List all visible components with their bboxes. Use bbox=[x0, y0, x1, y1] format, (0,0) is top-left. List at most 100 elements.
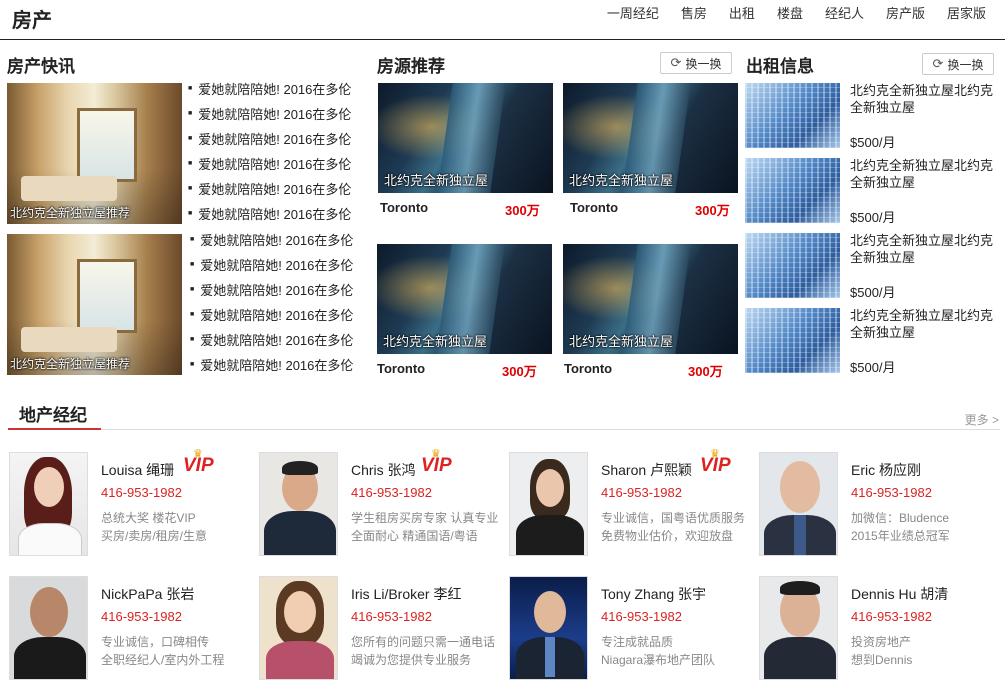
agent-desc-line-2: 2015年业绩总冠军 bbox=[851, 529, 950, 543]
agent-phone: 416-953-1982 bbox=[601, 609, 682, 624]
news-item[interactable]: 爱她就陪陪她! 2016在多伦 bbox=[190, 228, 375, 253]
agent-desc-line-1: 专注成就品质 bbox=[601, 635, 674, 649]
rental-title: 出租信息 bbox=[746, 57, 814, 76]
agent-photo[interactable] bbox=[759, 576, 838, 680]
news-item[interactable]: 爱她就陪陪她! 2016在多伦 bbox=[188, 77, 373, 102]
news-title: 房产快讯 bbox=[7, 57, 75, 76]
property-caption: 北约克全新独立屋 bbox=[383, 334, 488, 349]
news-image-caption: 北约克全新独立屋推荐 bbox=[10, 206, 131, 220]
agent-name[interactable]: Tony Zhang 张宇 bbox=[601, 584, 706, 604]
nav-home-edition[interactable]: 居家版 bbox=[936, 6, 997, 22]
property-caption: 北约克全新独立屋 bbox=[569, 334, 674, 349]
agent-name[interactable]: Louisa 绳珊 bbox=[101, 460, 174, 480]
agent-desc-line-1: 投资房地产 bbox=[851, 635, 912, 649]
news-item[interactable]: 爱她就陪陪她! 2016在多伦 bbox=[190, 353, 375, 378]
agent-phone: 416-953-1982 bbox=[101, 485, 182, 500]
agent-desc-line-2: 全面耐心 精通国语/粤语 bbox=[351, 529, 478, 543]
agent-photo[interactable] bbox=[259, 452, 338, 556]
news-item[interactable]: 爱她就陪陪她! 2016在多伦 bbox=[188, 152, 373, 177]
property-image[interactable]: 北约克全新独立屋 bbox=[378, 83, 553, 193]
agent-card[interactable]: NickPaPa 张岩 416-953-1982 专业诚信，口碑相传 全职经纪人… bbox=[9, 576, 254, 680]
news-item[interactable]: 爱她就陪陪她! 2016在多伦 bbox=[188, 177, 373, 202]
agent-phone: 416-953-1982 bbox=[851, 609, 932, 624]
rental-image[interactable] bbox=[745, 158, 840, 223]
agent-photo[interactable] bbox=[509, 452, 588, 556]
news-item[interactable]: 爱她就陪陪她! 2016在多伦 bbox=[190, 303, 375, 328]
recommend-title: 房源推荐 bbox=[377, 57, 445, 76]
top-nav: 一周经纪 售房 出租 楼盘 经纪人 房产版 居家版 bbox=[596, 6, 997, 22]
swap-label: 换一换 bbox=[947, 57, 984, 72]
rental-image[interactable] bbox=[745, 308, 840, 373]
agent-card[interactable]: Eric 杨应刚 416-953-1982 加微信：Bludence 2015年… bbox=[759, 452, 1004, 556]
news-list-1: 爱她就陪陪她! 2016在多伦 爱她就陪陪她! 2016在多伦 爱她就陪陪她! … bbox=[188, 77, 373, 227]
agents-title: 地产经纪 bbox=[19, 406, 87, 425]
property-image[interactable]: 北约克全新独立屋 bbox=[563, 83, 738, 193]
agent-desc-line-2: 免费物业估价，欢迎放盘 bbox=[601, 529, 734, 543]
agent-photo[interactable] bbox=[759, 452, 838, 556]
property-image[interactable]: 北约克全新独立屋 bbox=[563, 244, 738, 354]
top-header: 房产 一周经纪 售房 出租 楼盘 经纪人 房产版 居家版 bbox=[0, 0, 1005, 40]
agent-phone: 416-953-1982 bbox=[601, 485, 682, 500]
news-item[interactable]: 爱她就陪陪她! 2016在多伦 bbox=[190, 278, 375, 303]
rental-image[interactable] bbox=[745, 83, 840, 148]
vip-badge: ♛ VIP bbox=[700, 448, 731, 476]
property-image[interactable]: 北约克全新独立屋 bbox=[377, 244, 552, 354]
nav-real-estate-edition[interactable]: 房产版 bbox=[875, 6, 936, 22]
agent-photo[interactable] bbox=[9, 576, 88, 680]
rental-item-price: $500/月 bbox=[850, 210, 896, 225]
rental-image[interactable] bbox=[745, 233, 840, 298]
agent-phone: 416-953-1982 bbox=[851, 485, 932, 500]
agent-photo[interactable] bbox=[9, 452, 88, 556]
crown-icon: ♛ bbox=[431, 448, 441, 460]
news-item[interactable]: 爱她就陪陪她! 2016在多伦 bbox=[190, 253, 375, 278]
agent-photo[interactable] bbox=[259, 576, 338, 680]
agent-name[interactable]: Dennis Hu 胡清 bbox=[851, 584, 948, 604]
vip-badge: ♛ VIP bbox=[421, 448, 452, 476]
agent-card[interactable]: Dennis Hu 胡清 416-953-1982 投资房地产 想到Dennis bbox=[759, 576, 1004, 680]
agent-card[interactable]: Chris 张鸿 ♛ VIP 416-953-1982 学生租房买房专家 认真专业… bbox=[259, 448, 504, 556]
agent-card[interactable]: Sharon 卢熙颖 ♛ VIP 416-953-1982 专业诚信，国粤语优质服… bbox=[509, 448, 754, 556]
agent-name[interactable]: Sharon 卢熙颖 bbox=[601, 460, 692, 480]
property-price: 300万 bbox=[502, 364, 537, 379]
agent-card[interactable]: Iris Li/Broker 李红 416-953-1982 您所有的问题只需一… bbox=[259, 576, 504, 680]
agent-name[interactable]: Iris Li/Broker 李红 bbox=[351, 584, 461, 604]
agent-card[interactable]: Tony Zhang 张宇 416-953-1982 专注成就品质 Niagar… bbox=[509, 576, 754, 680]
agent-desc-line-1: 总统大奖 楼花VIP bbox=[101, 511, 196, 525]
agent-phone: 416-953-1982 bbox=[101, 609, 182, 624]
agent-name[interactable]: NickPaPa 张岩 bbox=[101, 584, 194, 604]
recommend-swap-button[interactable]: ⟳ 换一换 bbox=[660, 52, 732, 74]
property-city: Toronto bbox=[377, 361, 426, 376]
nav-agents[interactable]: 经纪人 bbox=[814, 6, 875, 22]
agent-desc-line-1: 专业诚信，口碑相传 bbox=[101, 635, 210, 649]
news-item[interactable]: 爱她就陪陪她! 2016在多伦 bbox=[188, 102, 373, 127]
rental-item-price: $500/月 bbox=[850, 360, 896, 375]
news-image-1[interactable]: 北约克全新独立屋推荐 bbox=[7, 83, 182, 224]
news-item[interactable]: 爱她就陪陪她! 2016在多伦 bbox=[188, 127, 373, 152]
rental-item-title[interactable]: 北约克全新独立屋北约克全新独立屋 bbox=[850, 157, 1000, 191]
agent-desc-line-2: Niagara瀑布地产团队 bbox=[601, 653, 716, 667]
property-price: 300万 bbox=[505, 203, 540, 218]
news-item[interactable]: 爱她就陪陪她! 2016在多伦 bbox=[188, 202, 373, 227]
rental-item-title[interactable]: 北约克全新独立屋北约克全新独立屋 bbox=[850, 307, 1000, 341]
news-image-caption: 北约克全新独立屋推荐 bbox=[10, 357, 131, 371]
title-underline bbox=[8, 428, 101, 430]
nav-developments[interactable]: 楼盘 bbox=[766, 6, 814, 22]
rental-item-title[interactable]: 北约克全新独立屋北约克全新独立屋 bbox=[850, 232, 1000, 266]
crown-icon: ♛ bbox=[710, 448, 720, 460]
rental-swap-button[interactable]: ⟳ 换一换 bbox=[922, 53, 994, 75]
more-link[interactable]: 更多 > bbox=[965, 411, 999, 428]
agent-card[interactable]: Louisa 绳珊 ♛ VIP 416-953-1982 总统大奖 楼花VIP 买… bbox=[9, 448, 254, 556]
agent-name[interactable]: Eric 杨应刚 bbox=[851, 460, 921, 480]
nav-for-sale[interactable]: 售房 bbox=[670, 6, 718, 22]
rental-item-title[interactable]: 北约克全新独立屋北约克全新独立屋 bbox=[850, 82, 1000, 116]
news-item[interactable]: 爱她就陪陪她! 2016在多伦 bbox=[190, 328, 375, 353]
nav-for-rent[interactable]: 出租 bbox=[718, 6, 766, 22]
property-city: Toronto bbox=[380, 200, 429, 215]
agent-photo[interactable] bbox=[509, 576, 588, 680]
news-image-2[interactable]: 北约克全新独立屋推荐 bbox=[7, 234, 182, 375]
agent-name[interactable]: Chris 张鸿 bbox=[351, 460, 416, 480]
nav-weekly-agent[interactable]: 一周经纪 bbox=[596, 6, 670, 22]
property-city: Toronto bbox=[564, 361, 613, 376]
vip-badge: ♛ VIP bbox=[183, 448, 214, 476]
agent-desc-line-2: 买房/卖房/租房/生意 bbox=[101, 529, 208, 543]
